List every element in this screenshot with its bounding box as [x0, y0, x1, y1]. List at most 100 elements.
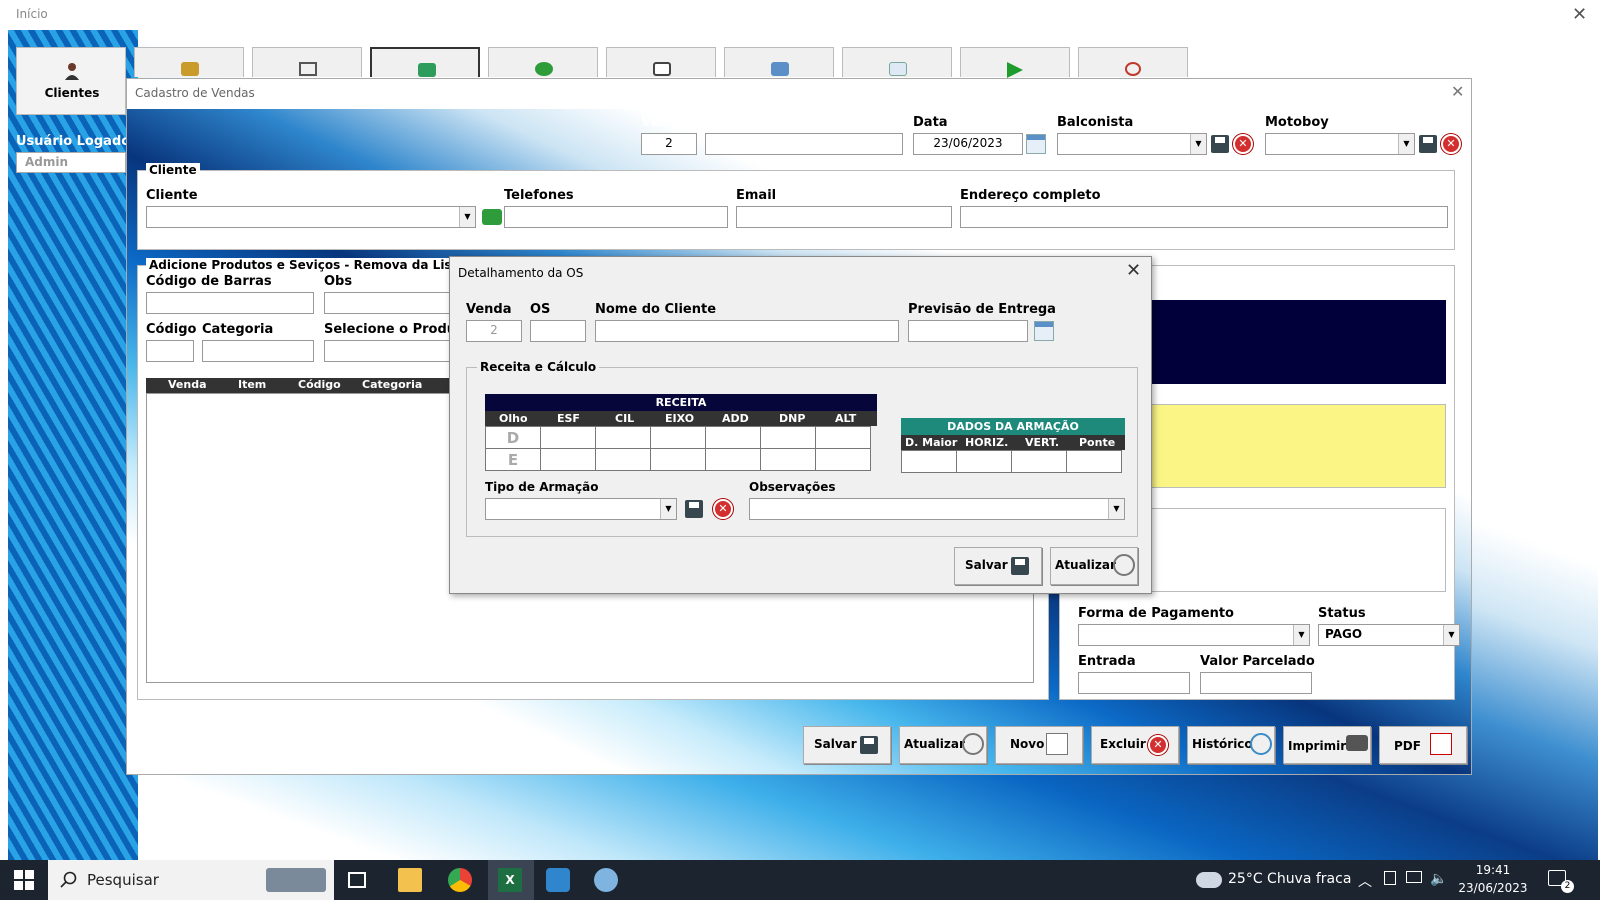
cliente-select[interactable]: ▼	[146, 206, 476, 228]
esf-d[interactable]	[540, 426, 596, 449]
eixo-d[interactable]	[650, 426, 706, 449]
codigo-field[interactable]	[146, 340, 194, 362]
balconista-save-icon[interactable]	[1211, 135, 1229, 153]
balconista-select[interactable]: ▼	[1057, 133, 1207, 155]
weather-text[interactable]: 25°C Chuva fraca	[1228, 871, 1351, 887]
taskbar-search[interactable]: Pesquisar	[48, 860, 334, 900]
chevron-down-icon[interactable]: ▼	[1190, 134, 1206, 154]
alt-e[interactable]	[815, 448, 871, 471]
tray-chevron-icon[interactable]: ︿	[1358, 871, 1372, 891]
excluir-button[interactable]: Excluir ✕	[1091, 726, 1179, 764]
tipo-armacao-select[interactable]: ▼	[485, 498, 677, 520]
categoria-field[interactable]	[202, 340, 314, 362]
toolbar-button-report[interactable]	[606, 47, 716, 77]
vert-cell[interactable]	[1011, 450, 1067, 473]
dnp-d[interactable]	[760, 426, 816, 449]
chrome-icon[interactable]	[448, 868, 472, 892]
remote-app-icon[interactable]	[546, 868, 570, 892]
network-icon[interactable]	[1406, 871, 1422, 883]
imprimir-button[interactable]: Imprimir	[1283, 726, 1371, 764]
previsao-calendar-icon[interactable]	[1034, 321, 1054, 341]
toolbar-button-play[interactable]	[960, 47, 1070, 78]
dnp-e[interactable]	[760, 448, 816, 471]
os-salvar-button[interactable]: Salvar	[954, 547, 1042, 585]
observacoes-select[interactable]: ▼	[749, 498, 1125, 520]
esf-e[interactable]	[540, 448, 596, 471]
venda-field[interactable]: 2	[641, 133, 697, 155]
toolbar-button-dollar[interactable]	[488, 47, 598, 77]
codigo-barras-field[interactable]	[146, 292, 314, 314]
toolbar-button-money[interactable]	[134, 47, 244, 77]
observacoes-label: Observações	[749, 480, 836, 494]
endereco-field[interactable]	[960, 206, 1448, 228]
cil-d[interactable]	[595, 426, 651, 449]
status-select[interactable]: PAGO ▼	[1318, 624, 1460, 646]
email-field[interactable]	[736, 206, 952, 228]
pdf-button[interactable]: PDF	[1379, 726, 1467, 764]
clock-date[interactable]: 23/06/2023	[1456, 881, 1530, 895]
valor-parcelado-field[interactable]	[1200, 672, 1312, 694]
tray-device-icon[interactable]	[1384, 871, 1396, 885]
add-e[interactable]	[705, 448, 761, 471]
os-atualizar-button[interactable]: Atualizar	[1050, 547, 1138, 585]
clock-time[interactable]: 19:41	[1456, 863, 1530, 877]
historico-button[interactable]: Histórico	[1187, 726, 1275, 764]
paint-icon[interactable]	[594, 868, 618, 892]
atualizar-button[interactable]: Atualizar	[899, 726, 987, 764]
col-cil: CIL	[615, 412, 635, 425]
file-explorer-icon[interactable]	[398, 868, 422, 892]
armacao-header: D. Maior HORIZ. VERT. Ponte	[901, 435, 1125, 450]
horiz-cell[interactable]	[956, 450, 1012, 473]
toolbar-button-power[interactable]	[1078, 47, 1188, 77]
add-cliente-icon[interactable]	[482, 209, 502, 225]
volume-icon[interactable]: 🔈	[1430, 871, 1447, 887]
toolbar-button-chart[interactable]	[842, 47, 952, 77]
chevron-down-icon[interactable]: ▼	[1108, 499, 1124, 519]
os-venda-label: Venda	[466, 302, 512, 317]
toolbar-button-calendar[interactable]	[724, 47, 834, 77]
delete-icon: ✕	[1148, 735, 1168, 755]
clientes-button[interactable]: Clientes	[16, 47, 126, 115]
motoboy-delete-icon[interactable]: ✕	[1441, 134, 1461, 154]
chevron-down-icon[interactable]: ▼	[1443, 625, 1459, 645]
telefones-field[interactable]	[504, 206, 728, 228]
nome-cliente-field[interactable]	[595, 320, 899, 342]
previsao-entrega-field[interactable]	[908, 320, 1028, 342]
os-close-icon[interactable]: ✕	[1126, 260, 1141, 281]
forma-pagamento-select[interactable]: ▼	[1078, 624, 1310, 646]
selecione-produto-field[interactable]	[324, 340, 454, 362]
tipo-armacao-delete-icon[interactable]: ✕	[713, 499, 733, 519]
balconista-delete-icon[interactable]: ✕	[1233, 134, 1253, 154]
ponte-cell[interactable]	[1066, 450, 1122, 473]
os-number-field[interactable]	[530, 320, 586, 342]
venda-label: Venda	[641, 115, 687, 130]
obs-field[interactable]	[324, 292, 454, 314]
eixo-e[interactable]	[650, 448, 706, 471]
tipo-armacao-save-icon[interactable]	[685, 500, 703, 518]
alt-d[interactable]	[815, 426, 871, 449]
data-field[interactable]: 23/06/2023	[913, 133, 1023, 155]
vendas-close-icon[interactable]: ✕	[1451, 82, 1464, 101]
chevron-down-icon[interactable]: ▼	[660, 499, 676, 519]
cil-e[interactable]	[595, 448, 651, 471]
d-maior-cell[interactable]	[901, 450, 957, 473]
task-view-icon[interactable]	[348, 872, 366, 888]
ultima-atualizacao-field[interactable]	[705, 133, 903, 155]
toolbar-button-back[interactable]	[252, 47, 362, 77]
motoboy-select[interactable]: ▼	[1265, 133, 1415, 155]
os-venda-field[interactable]: 2	[466, 320, 522, 342]
windows-start-icon[interactable]	[12, 868, 36, 892]
excel-icon[interactable]: X	[498, 868, 522, 892]
salvar-button[interactable]: Salvar	[803, 726, 891, 764]
toolbar-button-vendas[interactable]	[370, 47, 480, 77]
window-close-icon[interactable]: ✕	[1572, 4, 1587, 25]
add-d[interactable]	[705, 426, 761, 449]
chevron-down-icon[interactable]: ▼	[459, 207, 475, 227]
chevron-down-icon[interactable]: ▼	[1293, 625, 1309, 645]
chevron-down-icon[interactable]: ▼	[1398, 134, 1414, 154]
data-calendar-icon[interactable]	[1026, 134, 1046, 154]
novo-button[interactable]: Novo	[995, 726, 1083, 764]
col-codigo: Código	[298, 378, 341, 391]
entrada-field[interactable]	[1078, 672, 1190, 694]
motoboy-save-icon[interactable]	[1419, 135, 1437, 153]
